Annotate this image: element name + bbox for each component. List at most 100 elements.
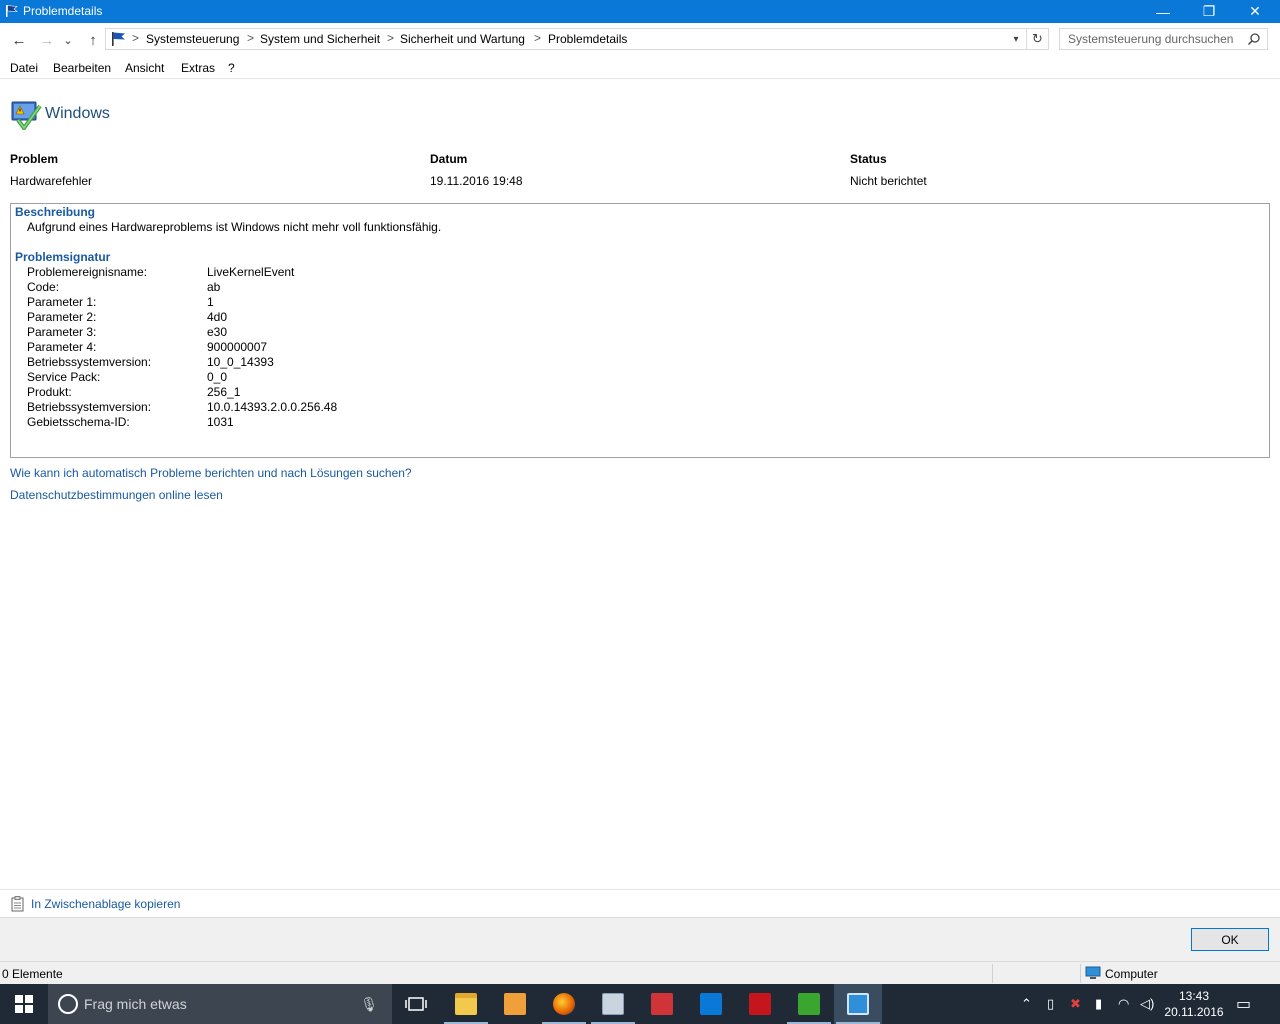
- signature-key: Code:: [27, 280, 60, 294]
- breadcrumb-separator[interactable]: >: [132, 31, 139, 45]
- clipboard-icon: [11, 896, 24, 912]
- taskbar-weather-app[interactable]: [687, 984, 735, 1024]
- task-view-button[interactable]: [392, 984, 440, 1024]
- signature-key: Parameter 4:: [27, 340, 97, 354]
- recent-locations-button[interactable]: ⌄: [60, 29, 76, 51]
- search-input[interactable]: Systemsteuerung durchsuchen: [1068, 32, 1233, 46]
- clock-time: 13:43: [1178, 989, 1210, 1003]
- privacy-link[interactable]: Datenschutzbestimmungen online lesen: [10, 488, 223, 502]
- computer-icon: [1085, 966, 1101, 979]
- clock-date: 20.11.2016: [1164, 1005, 1224, 1019]
- copy-to-clipboard-link[interactable]: In Zwischenablage kopieren: [31, 897, 180, 911]
- status-divider: [992, 964, 993, 983]
- signature-row: Gebietsschema-ID: 1031: [27, 415, 727, 430]
- firefox-icon: [553, 993, 575, 1015]
- breadcrumb-systemsteuerung[interactable]: Systemsteuerung: [146, 32, 239, 46]
- vivaldi-icon: [798, 993, 820, 1015]
- close-button[interactable]: ✕: [1232, 0, 1278, 23]
- taskbar-problem-details-window[interactable]: [834, 984, 882, 1024]
- back-button[interactable]: ←: [8, 29, 30, 51]
- problem-value: Hardwarefehler: [10, 174, 93, 188]
- menu-ansicht[interactable]: Ansicht: [125, 61, 164, 75]
- taskbar-media-player[interactable]: [491, 984, 539, 1024]
- signature-key: Parameter 2:: [27, 310, 97, 324]
- report-help-link[interactable]: Wie kann ich automatisch Probleme berich…: [10, 466, 412, 480]
- taskbar-firefox[interactable]: [540, 984, 588, 1024]
- battery-icon[interactable]: ▮: [1095, 996, 1102, 1012]
- signature-row: Betriebssystemversion: 10_0_14393: [27, 355, 727, 370]
- taskbar-control-panel[interactable]: [589, 984, 637, 1024]
- breadcrumb-problemdetails[interactable]: Problemdetails: [548, 32, 627, 46]
- flag-icon: [6, 5, 18, 17]
- cortana-search-input[interactable]: Frag mich etwas: [84, 996, 187, 1012]
- search-box[interactable]: Systemsteuerung durchsuchen: [1059, 28, 1268, 50]
- column-header-datum: Datum: [430, 152, 468, 166]
- flash-icon: [749, 993, 771, 1015]
- signature-value: 256_1: [207, 385, 241, 399]
- signature-key: Parameter 1:: [27, 295, 97, 309]
- menu-bar: Datei Bearbeiten Ansicht Extras ?: [0, 57, 1280, 79]
- signature-key: Parameter 3:: [27, 325, 97, 339]
- signature-row: Parameter 3: e30: [27, 325, 727, 340]
- system-clock[interactable]: 13:43 20.11.2016: [1162, 988, 1226, 1020]
- description-text: Aufgrund eines Hardwareproblems ist Wind…: [27, 220, 442, 234]
- forward-button[interactable]: →: [36, 29, 58, 51]
- breadcrumb-separator[interactable]: >: [387, 31, 394, 45]
- signature-key: Produkt:: [27, 385, 72, 399]
- address-dropdown-button[interactable]: ▾: [1008, 31, 1024, 47]
- breadcrumb-separator[interactable]: >: [247, 31, 254, 45]
- problem-details-panel[interactable]: Beschreibung Aufgrund eines Hardwareprob…: [10, 203, 1270, 458]
- menu-help[interactable]: ?: [228, 61, 235, 75]
- signature-row: Produkt: 256_1: [27, 385, 727, 400]
- security-alert-icon[interactable]: ✖: [1070, 996, 1081, 1012]
- taskbar-flash-app[interactable]: [736, 984, 784, 1024]
- signature-value: 1031: [207, 415, 234, 429]
- minimize-button[interactable]: —: [1140, 0, 1186, 23]
- refresh-button[interactable]: ↻: [1027, 28, 1049, 50]
- signature-row: Problemereignisname: LiveKernelEvent: [27, 265, 727, 280]
- signature-row: Parameter 1: 1: [27, 295, 727, 310]
- breadcrumb-separator[interactable]: >: [534, 31, 541, 45]
- windows-logo-icon: [15, 995, 33, 1013]
- cortana-icon: [58, 994, 78, 1014]
- taskbar-news-app[interactable]: [638, 984, 686, 1024]
- show-hidden-icons-button[interactable]: ⌃: [1021, 996, 1032, 1012]
- taskbar-vivaldi[interactable]: [785, 984, 833, 1024]
- action-center-icon[interactable]: ▭: [1236, 994, 1251, 1014]
- navigation-bar: ← → ⌄ ↑ > Systemsteuerung > System und S…: [0, 23, 1280, 57]
- action-center-flag-icon: [112, 32, 125, 46]
- wifi-icon[interactable]: ◠: [1118, 996, 1129, 1012]
- taskbar-file-explorer[interactable]: [442, 984, 490, 1024]
- signature-row: Code: ab: [27, 280, 727, 295]
- chevron-down-icon: ▾: [1013, 33, 1019, 45]
- usb-device-icon[interactable]: ▯: [1047, 996, 1054, 1012]
- up-button[interactable]: ↑: [82, 29, 104, 51]
- page-title: Windows: [45, 105, 110, 122]
- media-player-icon: [504, 993, 526, 1015]
- start-button[interactable]: [0, 984, 48, 1024]
- signature-key: Service Pack:: [27, 370, 101, 384]
- maximize-button[interactable]: ❐: [1186, 0, 1232, 23]
- breadcrumb-sicherheit-und-wartung[interactable]: Sicherheit und Wartung: [400, 32, 525, 46]
- search-icon[interactable]: [1247, 32, 1261, 46]
- microphone-icon[interactable]: 🎙: [360, 996, 378, 1013]
- ok-button[interactable]: OK: [1191, 928, 1269, 951]
- forward-arrow-icon: →: [39, 31, 55, 49]
- copy-to-clipboard-row: In Zwischenablage kopieren: [0, 889, 1280, 917]
- menu-bearbeiten[interactable]: Bearbeiten: [53, 61, 111, 75]
- cortana-search-box[interactable]: Frag mich etwas 🎙: [48, 984, 392, 1024]
- address-bar[interactable]: > Systemsteuerung > System und Sicherhei…: [105, 28, 1027, 50]
- problem-report-icon: [847, 993, 869, 1015]
- weather-icon: [700, 993, 722, 1015]
- status-divider: [1080, 964, 1081, 983]
- news-icon: [651, 993, 673, 1015]
- up-arrow-icon: ↑: [89, 31, 97, 49]
- title-bar[interactable]: Problemdetails — ❐ ✕: [0, 0, 1280, 23]
- volume-icon[interactable]: ◁): [1140, 996, 1154, 1012]
- breadcrumb-system-und-sicherheit[interactable]: System und Sicherheit: [260, 32, 380, 46]
- signature-row: Parameter 2: 4d0: [27, 310, 727, 325]
- signature-key: Problemereignisname:: [27, 265, 148, 279]
- signature-value: ab: [207, 280, 221, 294]
- menu-datei[interactable]: Datei: [10, 61, 38, 75]
- menu-extras[interactable]: Extras: [181, 61, 215, 75]
